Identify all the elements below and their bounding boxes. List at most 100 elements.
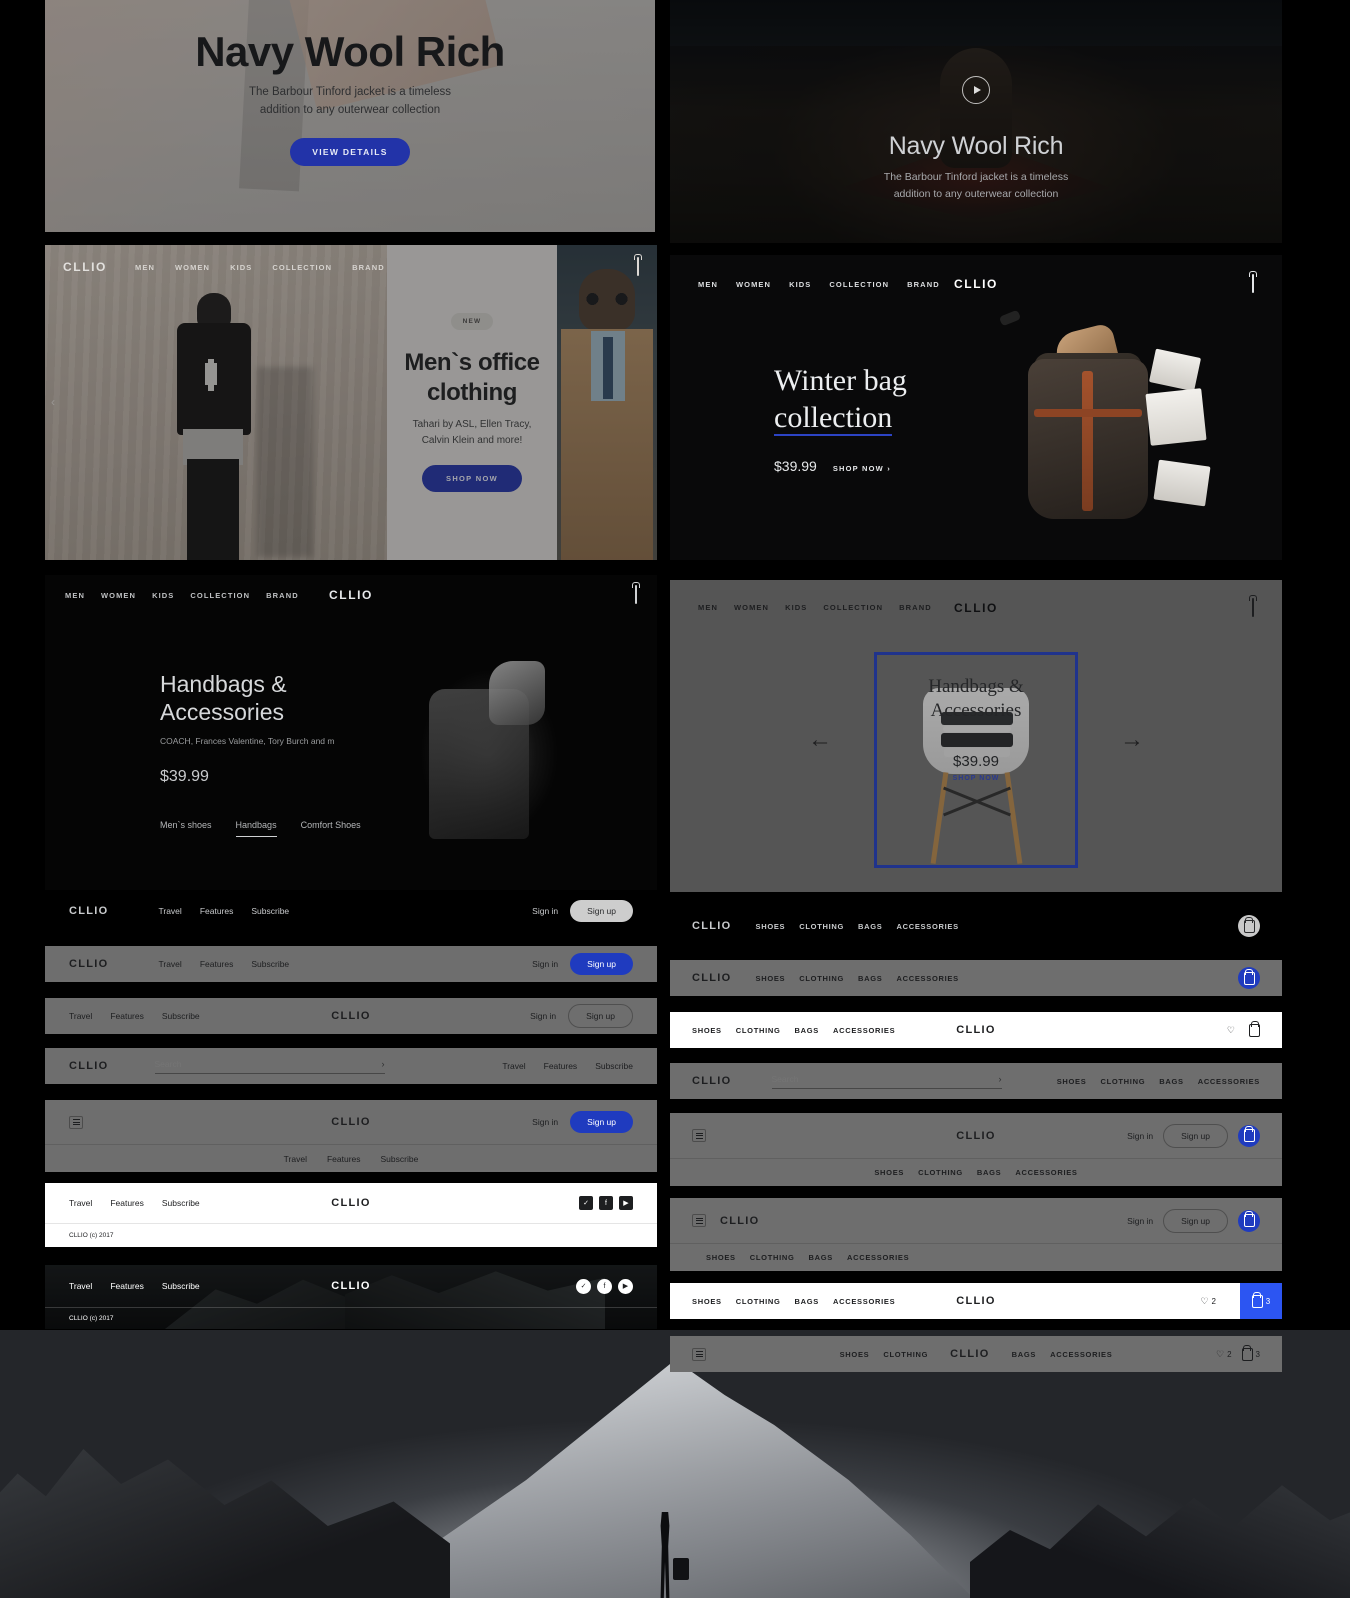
nav-link-women[interactable]: WOMEN <box>101 591 136 600</box>
brand-logo[interactable]: CLLIO <box>692 972 732 984</box>
nav-link-clothing[interactable]: CLOTHING <box>799 974 844 983</box>
nav-link-travel[interactable]: Travel <box>69 1011 92 1021</box>
nav-link-clothing[interactable]: CLOTHING <box>918 1168 963 1177</box>
nav-link-men[interactable]: MEN <box>135 263 155 272</box>
brand-logo[interactable]: CLLIO <box>331 1197 371 1209</box>
nav-link-bags[interactable]: BAGS <box>795 1026 819 1035</box>
nav-link-features[interactable]: Features <box>327 1154 361 1164</box>
shop-now-button[interactable]: SHOP NOW <box>422 464 522 492</box>
search-box[interactable]: › <box>154 1058 385 1074</box>
brand-logo[interactable]: CLLIO <box>331 1280 371 1292</box>
sign-up-button[interactable]: Sign up <box>570 900 633 922</box>
nav-link-collection[interactable]: COLLECTION <box>829 280 889 289</box>
shopping-bag-icon[interactable] <box>635 585 637 604</box>
nav-link-clothing[interactable]: CLOTHING <box>736 1026 781 1035</box>
nav-link-travel[interactable]: Travel <box>502 1061 525 1071</box>
tab-comfort-shoes[interactable]: Comfort Shoes <box>301 820 361 837</box>
shopping-bag-icon[interactable] <box>1252 597 1254 617</box>
nav-link-bags[interactable]: BAGS <box>1012 1350 1036 1359</box>
nav-link-accessories[interactable]: ACCESSORIES <box>897 974 959 983</box>
shopping-bag-icon[interactable] <box>1249 1023 1260 1037</box>
hamburger-icon[interactable] <box>69 1115 83 1129</box>
search-box[interactable]: › <box>771 1073 1002 1089</box>
heart-icon[interactable]: ♡ <box>1227 1025 1235 1036</box>
nav-link-brand[interactable]: BRAND <box>907 280 940 289</box>
play-icon[interactable] <box>962 76 990 104</box>
facebook-icon[interactable]: f <box>597 1278 612 1294</box>
brand-logo[interactable]: CLLIO <box>69 958 109 970</box>
youtube-icon[interactable]: ▶ <box>619 1196 633 1210</box>
brand-logo[interactable]: CLLIO <box>329 588 373 602</box>
cart-button[interactable] <box>1238 915 1260 937</box>
hamburger-icon[interactable] <box>692 1129 706 1142</box>
view-details-button[interactable]: VIEW DETAILS <box>290 137 410 166</box>
nav-link-subscribe[interactable]: Subscribe <box>251 906 289 916</box>
carousel-prev-arrow[interactable]: ← <box>808 728 832 752</box>
tab-mens-shoes[interactable]: Men`s shoes <box>160 820 212 837</box>
nav-link-collection[interactable]: COLLECTION <box>823 603 883 612</box>
carousel-next-arrow[interactable]: → <box>1120 728 1144 752</box>
nav-link-kids[interactable]: KIDS <box>785 603 807 612</box>
nav-link-men[interactable]: MEN <box>65 591 85 600</box>
brand-logo[interactable]: CLLIO <box>692 1075 732 1087</box>
nav-link-women[interactable]: WOMEN <box>734 603 769 612</box>
facebook-icon[interactable]: f <box>599 1196 613 1210</box>
nav-link-shoes[interactable]: SHOES <box>1057 1077 1087 1086</box>
shopping-bag-icon[interactable] <box>637 257 639 276</box>
nav-link-kids[interactable]: KIDS <box>230 263 252 272</box>
nav-link-features[interactable]: Features <box>544 1061 578 1071</box>
nav-link-clothing[interactable]: CLOTHING <box>1100 1077 1145 1086</box>
sign-in-link[interactable]: Sign in <box>1127 1131 1153 1141</box>
brand-logo[interactable]: CLLIO <box>954 277 998 291</box>
footer-link-features[interactable]: Features <box>110 1281 144 1291</box>
sign-in-link[interactable]: Sign in <box>530 1011 556 1021</box>
brand-logo[interactable]: CLLIO <box>720 1215 760 1227</box>
nav-link-bags[interactable]: BAGS <box>795 1297 819 1306</box>
heart-icon[interactable]: ♡ <box>1216 1349 1224 1360</box>
nav-link-travel[interactable]: Travel <box>284 1154 307 1164</box>
tab-handbags[interactable]: Handbags <box>235 820 277 837</box>
brand-logo[interactable]: CLLIO <box>69 1060 109 1072</box>
nav-link-shoes[interactable]: SHOES <box>706 1253 736 1262</box>
nav-link-subscribe[interactable]: Subscribe <box>381 1154 419 1164</box>
hamburger-icon[interactable] <box>692 1347 706 1361</box>
sign-in-link[interactable]: Sign in <box>1127 1216 1153 1226</box>
shopping-bag-icon[interactable] <box>1241 1347 1253 1361</box>
nav-link-clothing[interactable]: CLOTHING <box>736 1297 781 1306</box>
nav-link-bags[interactable]: BAGS <box>977 1168 1001 1177</box>
brand-logo[interactable]: CLLIO <box>956 1130 996 1142</box>
brand-logo[interactable]: CLLIO <box>950 1348 990 1360</box>
footer-link-travel[interactable]: Travel <box>69 1198 92 1208</box>
nav-link-accessories[interactable]: ACCESSORIES <box>833 1297 895 1306</box>
nav-link-collection[interactable]: COLLECTION <box>190 591 250 600</box>
nav-link-accessories[interactable]: ACCESSORIES <box>1015 1168 1077 1177</box>
brand-logo[interactable]: CLLIO <box>692 920 732 932</box>
brand-logo[interactable]: CLLIO <box>331 1116 371 1128</box>
search-input[interactable] <box>154 1058 382 1069</box>
nav-link-shoes[interactable]: SHOES <box>692 1026 722 1035</box>
search-submit-icon[interactable]: › <box>999 1074 1002 1084</box>
heart-icon[interactable]: ♡ <box>1200 1296 1208 1307</box>
nav-link-bags[interactable]: BAGS <box>858 974 882 983</box>
carousel-prev-icon[interactable]: ‹ <box>51 395 55 409</box>
nav-link-features[interactable]: Features <box>200 959 234 969</box>
shop-now-link[interactable]: SHOP NOW › <box>833 464 891 473</box>
cart-button[interactable]: 3 <box>1240 1283 1282 1319</box>
brand-logo[interactable]: CLLIO <box>331 1010 371 1022</box>
nav-link-shoes[interactable]: SHOES <box>874 1168 904 1177</box>
sign-up-button[interactable]: Sign up <box>1163 1123 1228 1148</box>
nav-link-men[interactable]: MEN <box>698 603 718 612</box>
nav-link-women[interactable]: WOMEN <box>175 263 210 272</box>
hamburger-icon[interactable] <box>692 1214 706 1227</box>
cart-button[interactable] <box>1238 1124 1260 1147</box>
nav-link-clothing[interactable]: CLOTHING <box>883 1350 928 1359</box>
nav-link-brand[interactable]: BRAND <box>352 263 385 272</box>
nav-link-bags[interactable]: BAGS <box>858 922 882 931</box>
sign-in-link[interactable]: Sign in <box>532 1117 558 1127</box>
nav-link-accessories[interactable]: ACCESSORIES <box>897 922 959 931</box>
nav-link-brand[interactable]: BRAND <box>899 603 932 612</box>
brand-logo[interactable]: CLLIO <box>956 1024 996 1036</box>
nav-link-accessories[interactable]: ACCESSORIES <box>833 1026 895 1035</box>
sign-in-link[interactable]: Sign in <box>532 906 558 916</box>
nav-link-brand[interactable]: BRAND <box>266 591 299 600</box>
